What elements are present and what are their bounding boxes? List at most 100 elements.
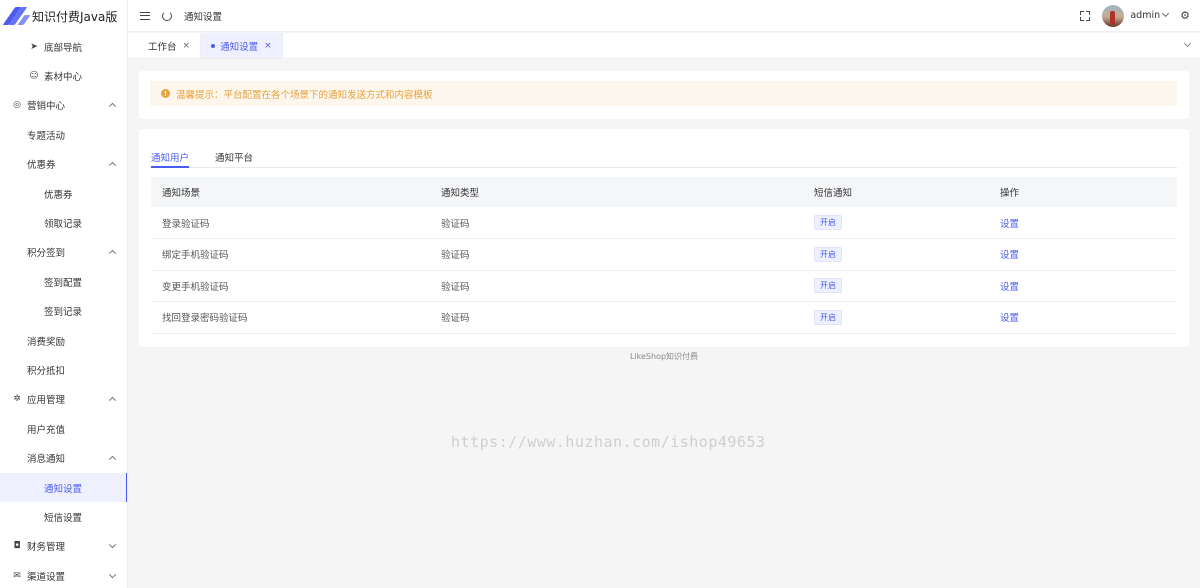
sidebar-item-label: 消息通知 [27,454,66,466]
sms-cell: 开启 [803,301,989,334]
sms-cell: 开启 [803,270,989,302]
sidebar-item-points-checkin[interactable]: 积分签到 [0,238,127,267]
type-cell: 验证码 [430,238,803,271]
close-icon[interactable]: × [183,41,191,51]
menu-toggle-icon[interactable] [140,11,150,20]
chevron-down-icon[interactable] [1162,9,1170,18]
sms-cell: 开启 [803,238,989,271]
user-name[interactable]: admin [1130,10,1160,21]
type-cell: 验证码 [430,301,803,334]
sidebar-item-finance-management[interactable]: ◘ 财务管理 [0,532,127,561]
sidebar-item-label: 积分签到 [27,248,66,260]
loader-icon: ✲ [13,394,21,405]
action-cell: 设置 [989,238,1177,271]
warning-icon: ! [161,89,170,98]
scene-cell: 绑定手机验证码 [151,238,430,271]
sidebar-item-label: 用户充值 [27,424,66,436]
tab-notify-platform[interactable]: 通知平台 [215,144,253,167]
sidebar-item-special-events[interactable]: 专题活动 [0,120,127,149]
sidebar-item-label: 签到记录 [44,307,83,319]
tabs-more-button[interactable] [1174,33,1200,58]
sidebar-item-checkin-config[interactable]: 签到配置 [0,267,127,296]
sidebar-item-label: 财务管理 [27,542,66,554]
column-header: 通知场景 [151,177,430,207]
sidebar-item-label: 渠道设置 [27,571,66,583]
sidebar: 知识付费Java版 ➤ 底部导航 ☺ 素材中心 ◎ 营销中心 专题活动 优惠券 … [0,0,128,588]
header-actions: admin ⚙ [1080,4,1200,27]
chevron-up-icon [108,397,117,405]
tab-label: 工作台 [148,41,177,53]
notice-card: ! 温馨提示：平台配置在各个场景下的通知发送方式和内容模板 [139,71,1189,119]
sidebar-item-label: 通知设置 [44,483,83,495]
settings-link[interactable]: 设置 [1000,313,1019,324]
status-badge: 开启 [814,309,842,325]
target-icon: ◎ [13,100,21,111]
chevron-down-icon [1183,39,1191,48]
fullscreen-icon[interactable] [1080,10,1091,21]
sidebar-item-claim-records[interactable]: 领取记录 [0,208,127,237]
action-cell: 设置 [989,270,1177,302]
sidebar-item-label: 短信设置 [44,512,83,524]
gear-icon[interactable]: ⚙ [1180,9,1190,22]
table-row: 变更手机验证码 验证码 开启 设置 [151,270,1177,302]
sidebar-item-checkin-records[interactable]: 签到记录 [0,297,127,326]
sidebar-item-coupons[interactable]: 优惠券 [0,179,127,208]
logo-icon [2,7,31,25]
notify-target-tabs: 通知用户 通知平台 [151,144,1177,168]
sidebar-item-message-notifications[interactable]: 消息通知 [0,443,127,472]
chevron-down-icon [108,570,117,579]
sidebar-item-label: 签到配置 [44,277,83,289]
footer-copyright: LikeShop知识付费 [629,352,699,361]
notice-text: 温馨提示：平台配置在各个场景下的通知发送方式和内容模板 [176,89,433,101]
sidebar-item-points-deduction[interactable]: 积分抵扣 [0,355,127,384]
close-icon[interactable]: × [264,41,272,51]
sidebar-item-label: 专题活动 [27,130,66,142]
refresh-icon[interactable] [162,10,172,21]
sidebar-item-consumption-rewards[interactable]: 消费奖励 [0,326,127,355]
table-row: 找回登录密码验证码 验证码 开启 设置 [151,301,1177,334]
avatar[interactable] [1102,4,1125,27]
type-cell: 验证码 [430,270,803,302]
sidebar-item-label: 营销中心 [27,101,66,113]
sidebar-item-channel-settings[interactable]: ✉ 渠道设置 [0,561,127,588]
chevron-up-icon [108,455,117,463]
tab-label: 通知设置 [220,41,259,53]
action-cell: 设置 [989,301,1177,334]
watermark-text: https://www.huzhan.com/ishop49653 [451,433,766,451]
sidebar-item-material-center[interactable]: ☺ 素材中心 [0,61,127,90]
sidebar-item-marketing-center[interactable]: ◎ 营销中心 [0,91,127,120]
tab-notification-settings[interactable]: 通知设置 × [201,33,283,58]
settings-link[interactable]: 设置 [1000,219,1019,230]
sidebar-item-bottom-nav[interactable]: ➤ 底部导航 [0,32,127,61]
chevron-up-icon [108,161,117,170]
breadcrumb: 通知设置 [184,11,223,23]
settings-link[interactable]: 设置 [1000,282,1019,293]
active-dot-icon [211,43,216,48]
top-header: 通知设置 admin ⚙ [128,0,1200,32]
chevron-up-icon [108,250,117,258]
sidebar-item-label: 消费奖励 [27,336,66,348]
sidebar-item-sms-settings[interactable]: 短信设置 [0,502,127,531]
action-cell: 设置 [989,207,1177,239]
sidebar-item-notification-settings[interactable]: 通知设置 [0,472,127,503]
settings-link[interactable]: 设置 [1000,250,1019,261]
table-row: 登录验证码 验证码 开启 设置 [151,207,1177,239]
app-title: 知识付费Java版 [32,9,118,24]
bag-icon: ◘ [13,541,21,552]
tab-workbench[interactable]: 工作台 × [138,33,202,58]
sidebar-item-label: 优惠券 [27,160,56,172]
sidebar-item-label: 应用管理 [27,395,66,407]
chevron-up-icon [108,103,117,111]
notification-table: 通知场景 通知类型 短信通知 操作 登录验证码 验证码 开启 设置 绑定手机验证… [151,177,1177,334]
notice-alert: ! 温馨提示：平台配置在各个场景下的通知发送方式和内容模板 [150,81,1177,106]
sidebar-item-user-recharge[interactable]: 用户充值 [0,414,127,443]
app-logo[interactable]: 知识付费Java版 [0,0,127,32]
column-header: 通知类型 [430,177,803,207]
table-header-row: 通知场景 通知类型 短信通知 操作 [151,177,1177,207]
sidebar-item-app-management[interactable]: ✲ 应用管理 [0,385,127,414]
scene-cell: 变更手机验证码 [151,270,430,302]
tab-notify-user[interactable]: 通知用户 [151,144,190,168]
sidebar-item-coupons-group[interactable]: 优惠券 [0,150,127,179]
status-badge: 开启 [814,246,842,262]
chevron-down-icon [108,541,117,549]
